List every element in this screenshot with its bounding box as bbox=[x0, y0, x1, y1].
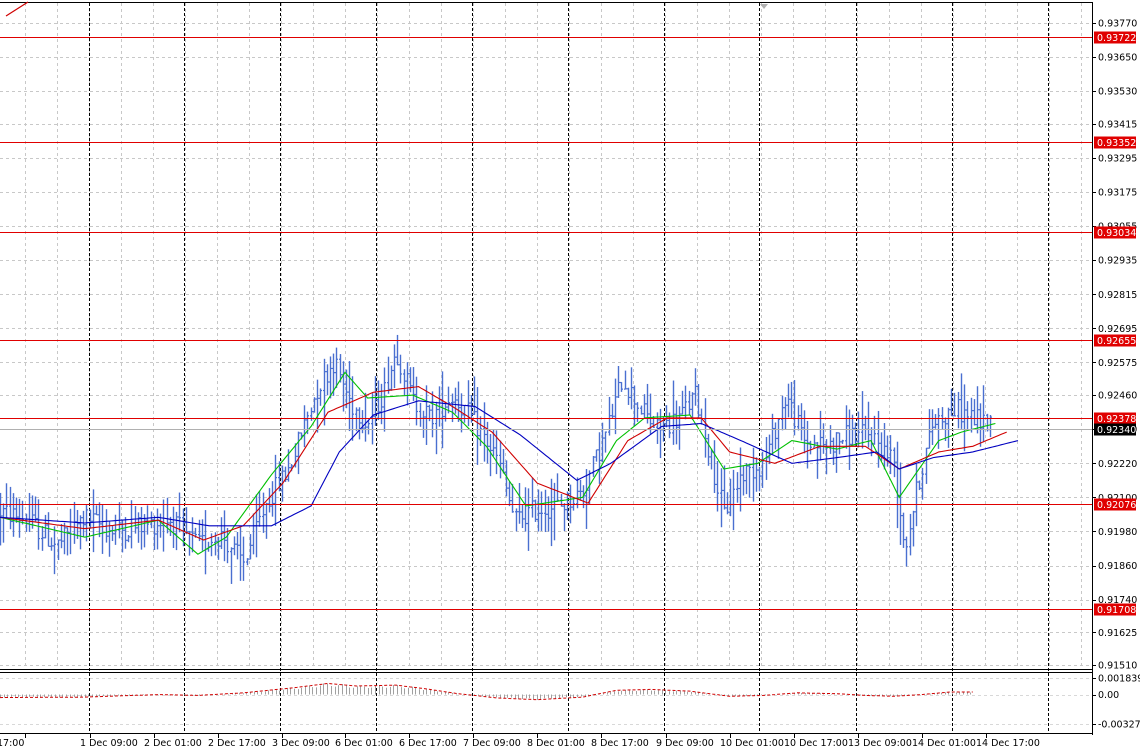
price-tick-label: 0.93415 bbox=[1098, 119, 1137, 130]
svg-text:0.93722: 0.93722 bbox=[1097, 33, 1136, 44]
price-tick-label: 0.91625 bbox=[1098, 628, 1137, 639]
svg-text:0.93034: 0.93034 bbox=[1097, 228, 1136, 239]
time-tick-label: 8 Dec 01:00 bbox=[527, 738, 585, 749]
time-tick-label: 13 Dec 09:00 bbox=[848, 738, 912, 749]
price-chart[interactable]: 0.93770 0.93650 0.93530 0.93415 0.93295 0.931… bbox=[0, 0, 1140, 756]
level-label: 0.92378 bbox=[1094, 412, 1136, 425]
price-tick-label: 0.92575 bbox=[1098, 358, 1137, 369]
svg-text:0.91708: 0.91708 bbox=[1097, 605, 1136, 616]
time-tick-label: 2 Dec 01:00 bbox=[144, 738, 202, 749]
level-label: 0.93352 bbox=[1094, 136, 1136, 149]
level-label: 0.91708 bbox=[1094, 603, 1136, 616]
time-tick-label: 8 Dec 17:00 bbox=[591, 738, 649, 749]
price-tick-label: 0.93175 bbox=[1098, 188, 1137, 199]
time-tick-label: 10 Dec 01:00 bbox=[720, 738, 784, 749]
oscillator-tick-label: 0.001839 bbox=[1098, 674, 1140, 685]
price-tick-label: 0.91860 bbox=[1098, 561, 1137, 572]
price-tick-label: 0.93530 bbox=[1098, 87, 1137, 98]
svg-text:0.93352: 0.93352 bbox=[1097, 138, 1136, 149]
price-tick-label: 0.92815 bbox=[1098, 290, 1137, 301]
time-tick-label: 6 Dec 01:00 bbox=[335, 738, 393, 749]
time-tick-label: 9 Dec 09:00 bbox=[656, 738, 714, 749]
current-price-text: 0.92340 bbox=[1097, 425, 1136, 436]
time-tick-label: 17:00 bbox=[0, 738, 24, 749]
price-tick-label: 0.93770 bbox=[1098, 19, 1137, 30]
svg-text:0.92076: 0.92076 bbox=[1097, 500, 1136, 511]
price-tick-label: 0.91980 bbox=[1098, 527, 1137, 538]
oscillator-tick-label: 0.00 bbox=[1098, 690, 1119, 701]
price-tick-label: 0.92935 bbox=[1098, 256, 1137, 267]
time-tick-label: 7 Dec 09:00 bbox=[463, 738, 521, 749]
time-tick-label: 1 Dec 09:00 bbox=[80, 738, 138, 749]
level-label: 0.92655 bbox=[1094, 334, 1136, 347]
price-tick-label: 0.91510 bbox=[1098, 661, 1137, 672]
time-tick-label: 2 Dec 17:00 bbox=[208, 738, 266, 749]
price-tick-label: 0.93295 bbox=[1098, 153, 1137, 164]
oscillator-tick-label: -0.00327 bbox=[1098, 720, 1140, 731]
time-tick-label: 3 Dec 09:00 bbox=[272, 738, 330, 749]
svg-text:0.92655: 0.92655 bbox=[1097, 336, 1136, 347]
time-tick-label: 14 Dec 17:00 bbox=[976, 738, 1040, 749]
level-label: 0.92076 bbox=[1094, 498, 1136, 511]
time-tick-label: 10 Dec 17:00 bbox=[784, 738, 848, 749]
price-tick-label: 0.92460 bbox=[1098, 391, 1137, 402]
price-tick-label: 0.92695 bbox=[1098, 324, 1137, 335]
time-tick-label: 6 Dec 17:00 bbox=[399, 738, 457, 749]
level-label: 0.93034 bbox=[1094, 226, 1136, 239]
price-tick-label: 0.93650 bbox=[1098, 53, 1137, 64]
level-label: 0.93722 bbox=[1094, 31, 1136, 44]
price-tick-label: 0.92220 bbox=[1098, 459, 1137, 470]
time-tick-label: 14 Dec 01:00 bbox=[912, 738, 976, 749]
svg-text:0.92378: 0.92378 bbox=[1097, 414, 1136, 425]
